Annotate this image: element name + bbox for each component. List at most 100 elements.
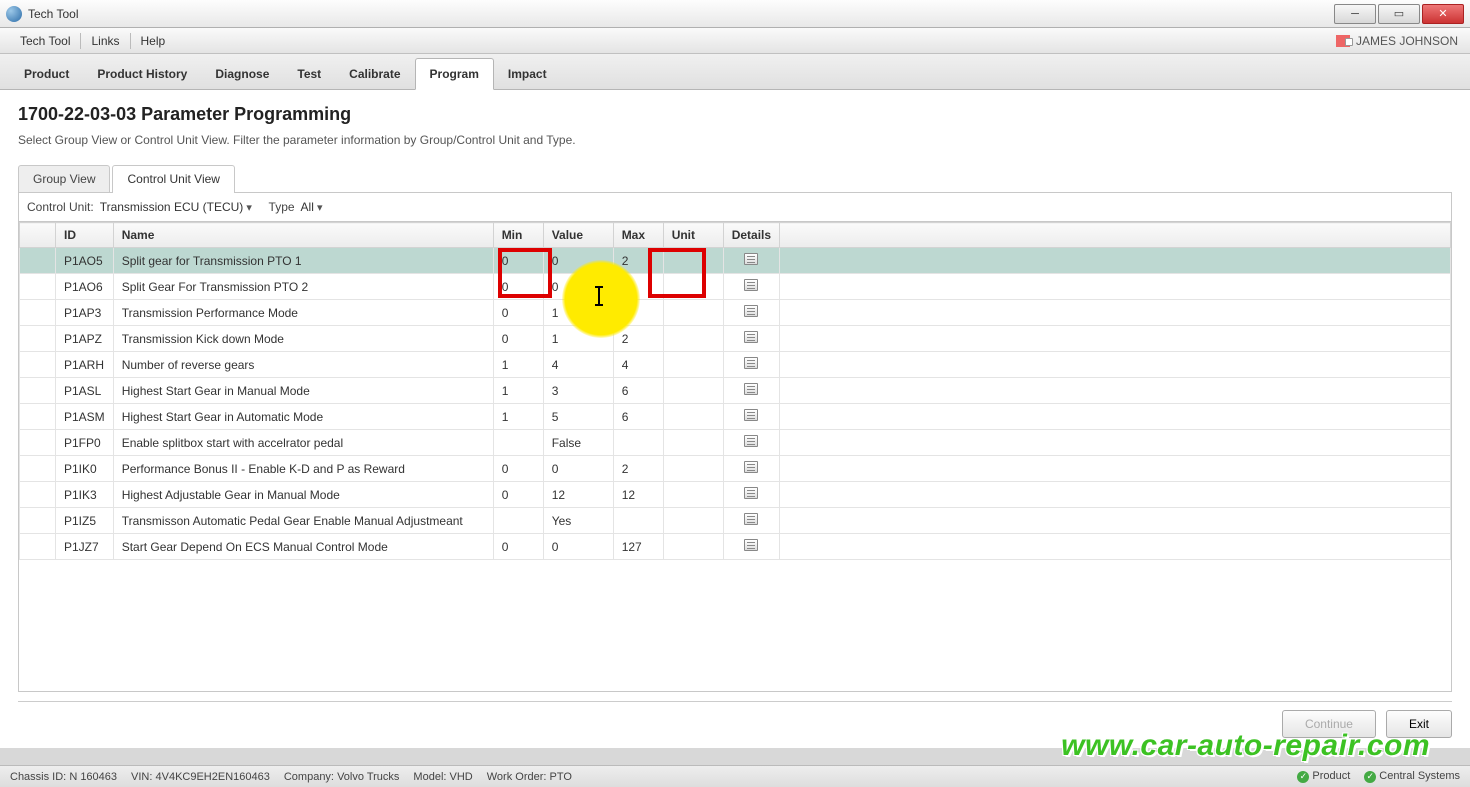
table-row[interactable]: P1FP0Enable splitbox start with accelrat… bbox=[20, 430, 1451, 456]
parameter-table: ID Name Min Value Max Unit Details P1AO5… bbox=[19, 222, 1451, 560]
table-row[interactable]: P1IK0Performance Bonus II - Enable K-D a… bbox=[20, 456, 1451, 482]
table-row[interactable]: P1IK3Highest Adjustable Gear in Manual M… bbox=[20, 482, 1451, 508]
menu-links[interactable]: Links bbox=[83, 31, 127, 51]
cell-min: 0 bbox=[493, 248, 543, 274]
row-selector[interactable] bbox=[20, 326, 56, 352]
row-selector[interactable] bbox=[20, 482, 56, 508]
cell-value[interactable]: 0 bbox=[543, 456, 613, 482]
cell-filler bbox=[780, 482, 1451, 508]
cell-value[interactable]: 0 bbox=[543, 248, 613, 274]
table-row[interactable]: P1ASMHighest Start Gear in Automatic Mod… bbox=[20, 404, 1451, 430]
row-selector[interactable] bbox=[20, 378, 56, 404]
cell-details[interactable] bbox=[723, 378, 779, 404]
tab-program[interactable]: Program bbox=[415, 58, 494, 90]
cell-details[interactable] bbox=[723, 456, 779, 482]
user-indicator[interactable]: JAMES JOHNSON bbox=[1336, 34, 1458, 48]
details-icon[interactable] bbox=[744, 461, 758, 473]
details-icon[interactable] bbox=[744, 331, 758, 343]
col-id[interactable]: ID bbox=[56, 223, 114, 248]
cell-details[interactable] bbox=[723, 508, 779, 534]
row-selector[interactable] bbox=[20, 456, 56, 482]
details-icon[interactable] bbox=[744, 279, 758, 291]
row-selector[interactable] bbox=[20, 534, 56, 560]
cell-value[interactable]: 3 bbox=[543, 378, 613, 404]
cell-value[interactable]: Yes bbox=[543, 508, 613, 534]
row-selector[interactable] bbox=[20, 508, 56, 534]
tab-calibrate[interactable]: Calibrate bbox=[335, 59, 414, 89]
cell-details[interactable] bbox=[723, 248, 779, 274]
type-dropdown[interactable]: All bbox=[299, 198, 325, 216]
status-bar: Chassis ID: N 160463 VIN: 4V4KC9EH2EN160… bbox=[0, 765, 1470, 787]
table-row[interactable]: P1JZ7Start Gear Depend On ECS Manual Con… bbox=[20, 534, 1451, 560]
workorder-value: PTO bbox=[550, 771, 572, 783]
tab-product-history[interactable]: Product History bbox=[83, 59, 201, 89]
cell-details[interactable] bbox=[723, 274, 779, 300]
cell-details[interactable] bbox=[723, 404, 779, 430]
row-selector[interactable] bbox=[20, 274, 56, 300]
details-icon[interactable] bbox=[744, 253, 758, 265]
col-max[interactable]: Max bbox=[613, 223, 663, 248]
type-label: Type bbox=[269, 200, 295, 214]
col-selector[interactable] bbox=[20, 223, 56, 248]
cell-details[interactable] bbox=[723, 482, 779, 508]
cell-min: 0 bbox=[493, 482, 543, 508]
details-icon[interactable] bbox=[744, 383, 758, 395]
minimize-button[interactable]: ─ bbox=[1334, 4, 1376, 24]
exit-button[interactable]: Exit bbox=[1386, 710, 1452, 738]
details-icon[interactable] bbox=[744, 513, 758, 525]
col-details[interactable]: Details bbox=[723, 223, 779, 248]
cell-details[interactable] bbox=[723, 300, 779, 326]
cell-details[interactable] bbox=[723, 352, 779, 378]
col-name[interactable]: Name bbox=[113, 223, 493, 248]
table-row[interactable]: P1ASLHighest Start Gear in Manual Mode13… bbox=[20, 378, 1451, 404]
cell-id: P1IZ5 bbox=[56, 508, 114, 534]
menu-tech-tool[interactable]: Tech Tool bbox=[12, 31, 78, 51]
cell-value[interactable]: False bbox=[543, 430, 613, 456]
cell-value[interactable]: 12 bbox=[543, 482, 613, 508]
row-selector[interactable] bbox=[20, 430, 56, 456]
status-product[interactable]: ✓Product bbox=[1297, 770, 1350, 783]
tab-diagnose[interactable]: Diagnose bbox=[201, 59, 283, 89]
maximize-button[interactable]: ▭ bbox=[1378, 4, 1420, 24]
row-selector[interactable] bbox=[20, 300, 56, 326]
close-button[interactable]: ✕ bbox=[1422, 4, 1464, 24]
table-row[interactable]: P1IZ5Transmisson Automatic Pedal Gear En… bbox=[20, 508, 1451, 534]
row-selector[interactable] bbox=[20, 404, 56, 430]
cell-details[interactable] bbox=[723, 430, 779, 456]
col-min[interactable]: Min bbox=[493, 223, 543, 248]
col-filler bbox=[780, 223, 1451, 248]
workorder-label: Work Order: bbox=[487, 771, 547, 783]
details-icon[interactable] bbox=[744, 435, 758, 447]
content-panel: 1700-22-03-03 Parameter Programming Sele… bbox=[0, 90, 1470, 748]
status-central[interactable]: ✓Central Systems bbox=[1364, 770, 1460, 783]
cell-value[interactable]: 5 bbox=[543, 404, 613, 430]
details-icon[interactable] bbox=[744, 357, 758, 369]
details-icon[interactable] bbox=[744, 487, 758, 499]
continue-button: Continue bbox=[1282, 710, 1376, 738]
table-row[interactable]: P1ARHNumber of reverse gears144 bbox=[20, 352, 1451, 378]
details-icon[interactable] bbox=[744, 409, 758, 421]
cell-details[interactable] bbox=[723, 326, 779, 352]
menu-help[interactable]: Help bbox=[133, 31, 174, 51]
details-icon[interactable] bbox=[744, 539, 758, 551]
col-unit[interactable]: Unit bbox=[663, 223, 723, 248]
table-row[interactable]: P1AO5Split gear for Transmission PTO 100… bbox=[20, 248, 1451, 274]
tab-control-unit-view[interactable]: Control Unit View bbox=[112, 165, 234, 193]
control-unit-dropdown[interactable]: Transmission ECU (TECU) bbox=[98, 198, 254, 216]
row-selector[interactable] bbox=[20, 352, 56, 378]
row-selector[interactable] bbox=[20, 248, 56, 274]
table-row[interactable]: P1APZTransmission Kick down Mode012 bbox=[20, 326, 1451, 352]
cell-value[interactable]: 1 bbox=[543, 326, 613, 352]
table-row[interactable]: P1AO6Split Gear For Transmission PTO 200… bbox=[20, 274, 1451, 300]
tab-impact[interactable]: Impact bbox=[494, 59, 561, 89]
table-row[interactable]: P1AP3Transmission Performance Mode012 bbox=[20, 300, 1451, 326]
cell-details[interactable] bbox=[723, 534, 779, 560]
details-icon[interactable] bbox=[744, 305, 758, 317]
tab-test[interactable]: Test bbox=[283, 59, 335, 89]
tab-product[interactable]: Product bbox=[10, 59, 83, 89]
col-value[interactable]: Value bbox=[543, 223, 613, 248]
cell-value[interactable]: 0 bbox=[543, 534, 613, 560]
cell-max: 2 bbox=[613, 274, 663, 300]
tab-group-view[interactable]: Group View bbox=[18, 165, 110, 192]
cell-value[interactable]: 4 bbox=[543, 352, 613, 378]
